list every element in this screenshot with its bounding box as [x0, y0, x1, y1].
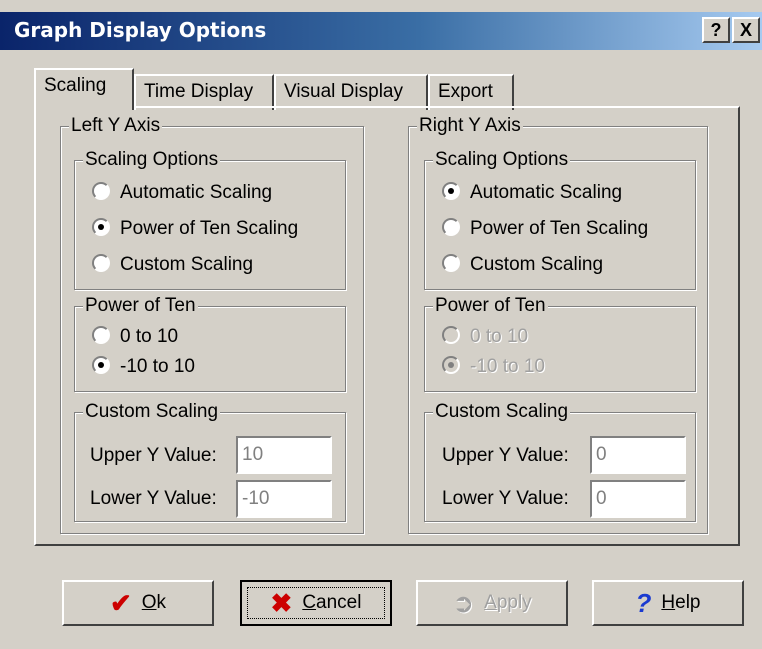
apply-button: ➲ Apply [416, 580, 568, 626]
right-power-of-ten-title: Power of Ten [433, 295, 548, 317]
right-scaling-options-title: Scaling Options [433, 149, 571, 171]
window-title: Graph Display Options [14, 18, 267, 42]
left-lower-y-label: Lower Y Value: [90, 488, 217, 509]
left-power-0-to-10-radio[interactable]: 0 to 10 [92, 325, 178, 348]
right-upper-y-input[interactable]: 0 [590, 436, 686, 474]
right-y-axis-title: Right Y Axis [417, 115, 523, 137]
left-scaling-options-title: Scaling Options [83, 149, 221, 171]
radio-disabled-checked-icon [442, 355, 460, 374]
radio-icon [442, 217, 460, 236]
left-automatic-scaling-radio[interactable]: Automatic Scaling [92, 181, 272, 204]
right-upper-y-label: Upper Y Value: [442, 445, 569, 466]
graph-display-options-dialog: Graph Display Options ? X Scaling Time D… [0, 0, 762, 649]
close-button[interactable]: X [732, 17, 760, 43]
right-lower-y-label: Lower Y Value: [442, 488, 569, 509]
left-power-neg10-to-10-radio[interactable]: -10 to 10 [92, 355, 195, 378]
cancel-button[interactable]: ✖ Cancel [240, 580, 392, 626]
tab-time-display[interactable]: Time Display [134, 74, 274, 110]
radio-checked-icon [92, 217, 110, 236]
radio-icon [92, 325, 110, 344]
right-power-of-ten-group: Power of Ten [424, 295, 696, 392]
radio-icon [92, 253, 110, 272]
help-question-icon: ? [635, 588, 652, 618]
right-custom-scaling-title: Custom Scaling [433, 401, 571, 423]
left-lower-y-input[interactable]: -10 [236, 480, 332, 518]
ok-button[interactable]: ✔ Ok [62, 580, 214, 626]
title-bar[interactable]: Graph Display Options ? X [0, 12, 762, 50]
radio-checked-icon [92, 355, 110, 374]
radio-checked-icon [442, 181, 460, 200]
tab-export[interactable]: Export [428, 74, 514, 110]
right-lower-y-input[interactable]: 0 [590, 480, 686, 518]
right-custom-scaling-radio[interactable]: Custom Scaling [442, 253, 603, 276]
tab-scaling[interactable]: Scaling [34, 68, 134, 110]
right-power-of-ten-scaling-radio[interactable]: Power of Ten Scaling [442, 217, 648, 240]
right-power-0-to-10-radio: 0 to 10 [442, 325, 528, 348]
radio-disabled-icon [442, 325, 460, 344]
focus-rect [247, 587, 385, 619]
left-upper-y-input[interactable]: 10 [236, 436, 332, 474]
tab-visual-display[interactable]: Visual Display [274, 74, 428, 110]
left-power-of-ten-scaling-radio[interactable]: Power of Ten Scaling [92, 217, 298, 240]
left-custom-scaling-title: Custom Scaling [83, 401, 221, 423]
help-button[interactable]: ? Help [592, 580, 744, 626]
apply-icon: ➲ [452, 588, 475, 618]
right-power-neg10-to-10-radio: -10 to 10 [442, 355, 545, 378]
right-automatic-scaling-radio[interactable]: Automatic Scaling [442, 181, 622, 204]
left-upper-y-label: Upper Y Value: [90, 445, 217, 466]
left-y-axis-title: Left Y Axis [69, 115, 163, 137]
checkmark-icon: ✔ [109, 588, 132, 618]
help-question-button[interactable]: ? [702, 17, 730, 43]
left-power-of-ten-title: Power of Ten [83, 295, 198, 317]
left-power-of-ten-group: Power of Ten [74, 295, 346, 392]
left-custom-scaling-radio[interactable]: Custom Scaling [92, 253, 253, 276]
radio-icon [442, 253, 460, 272]
radio-icon [92, 181, 110, 200]
